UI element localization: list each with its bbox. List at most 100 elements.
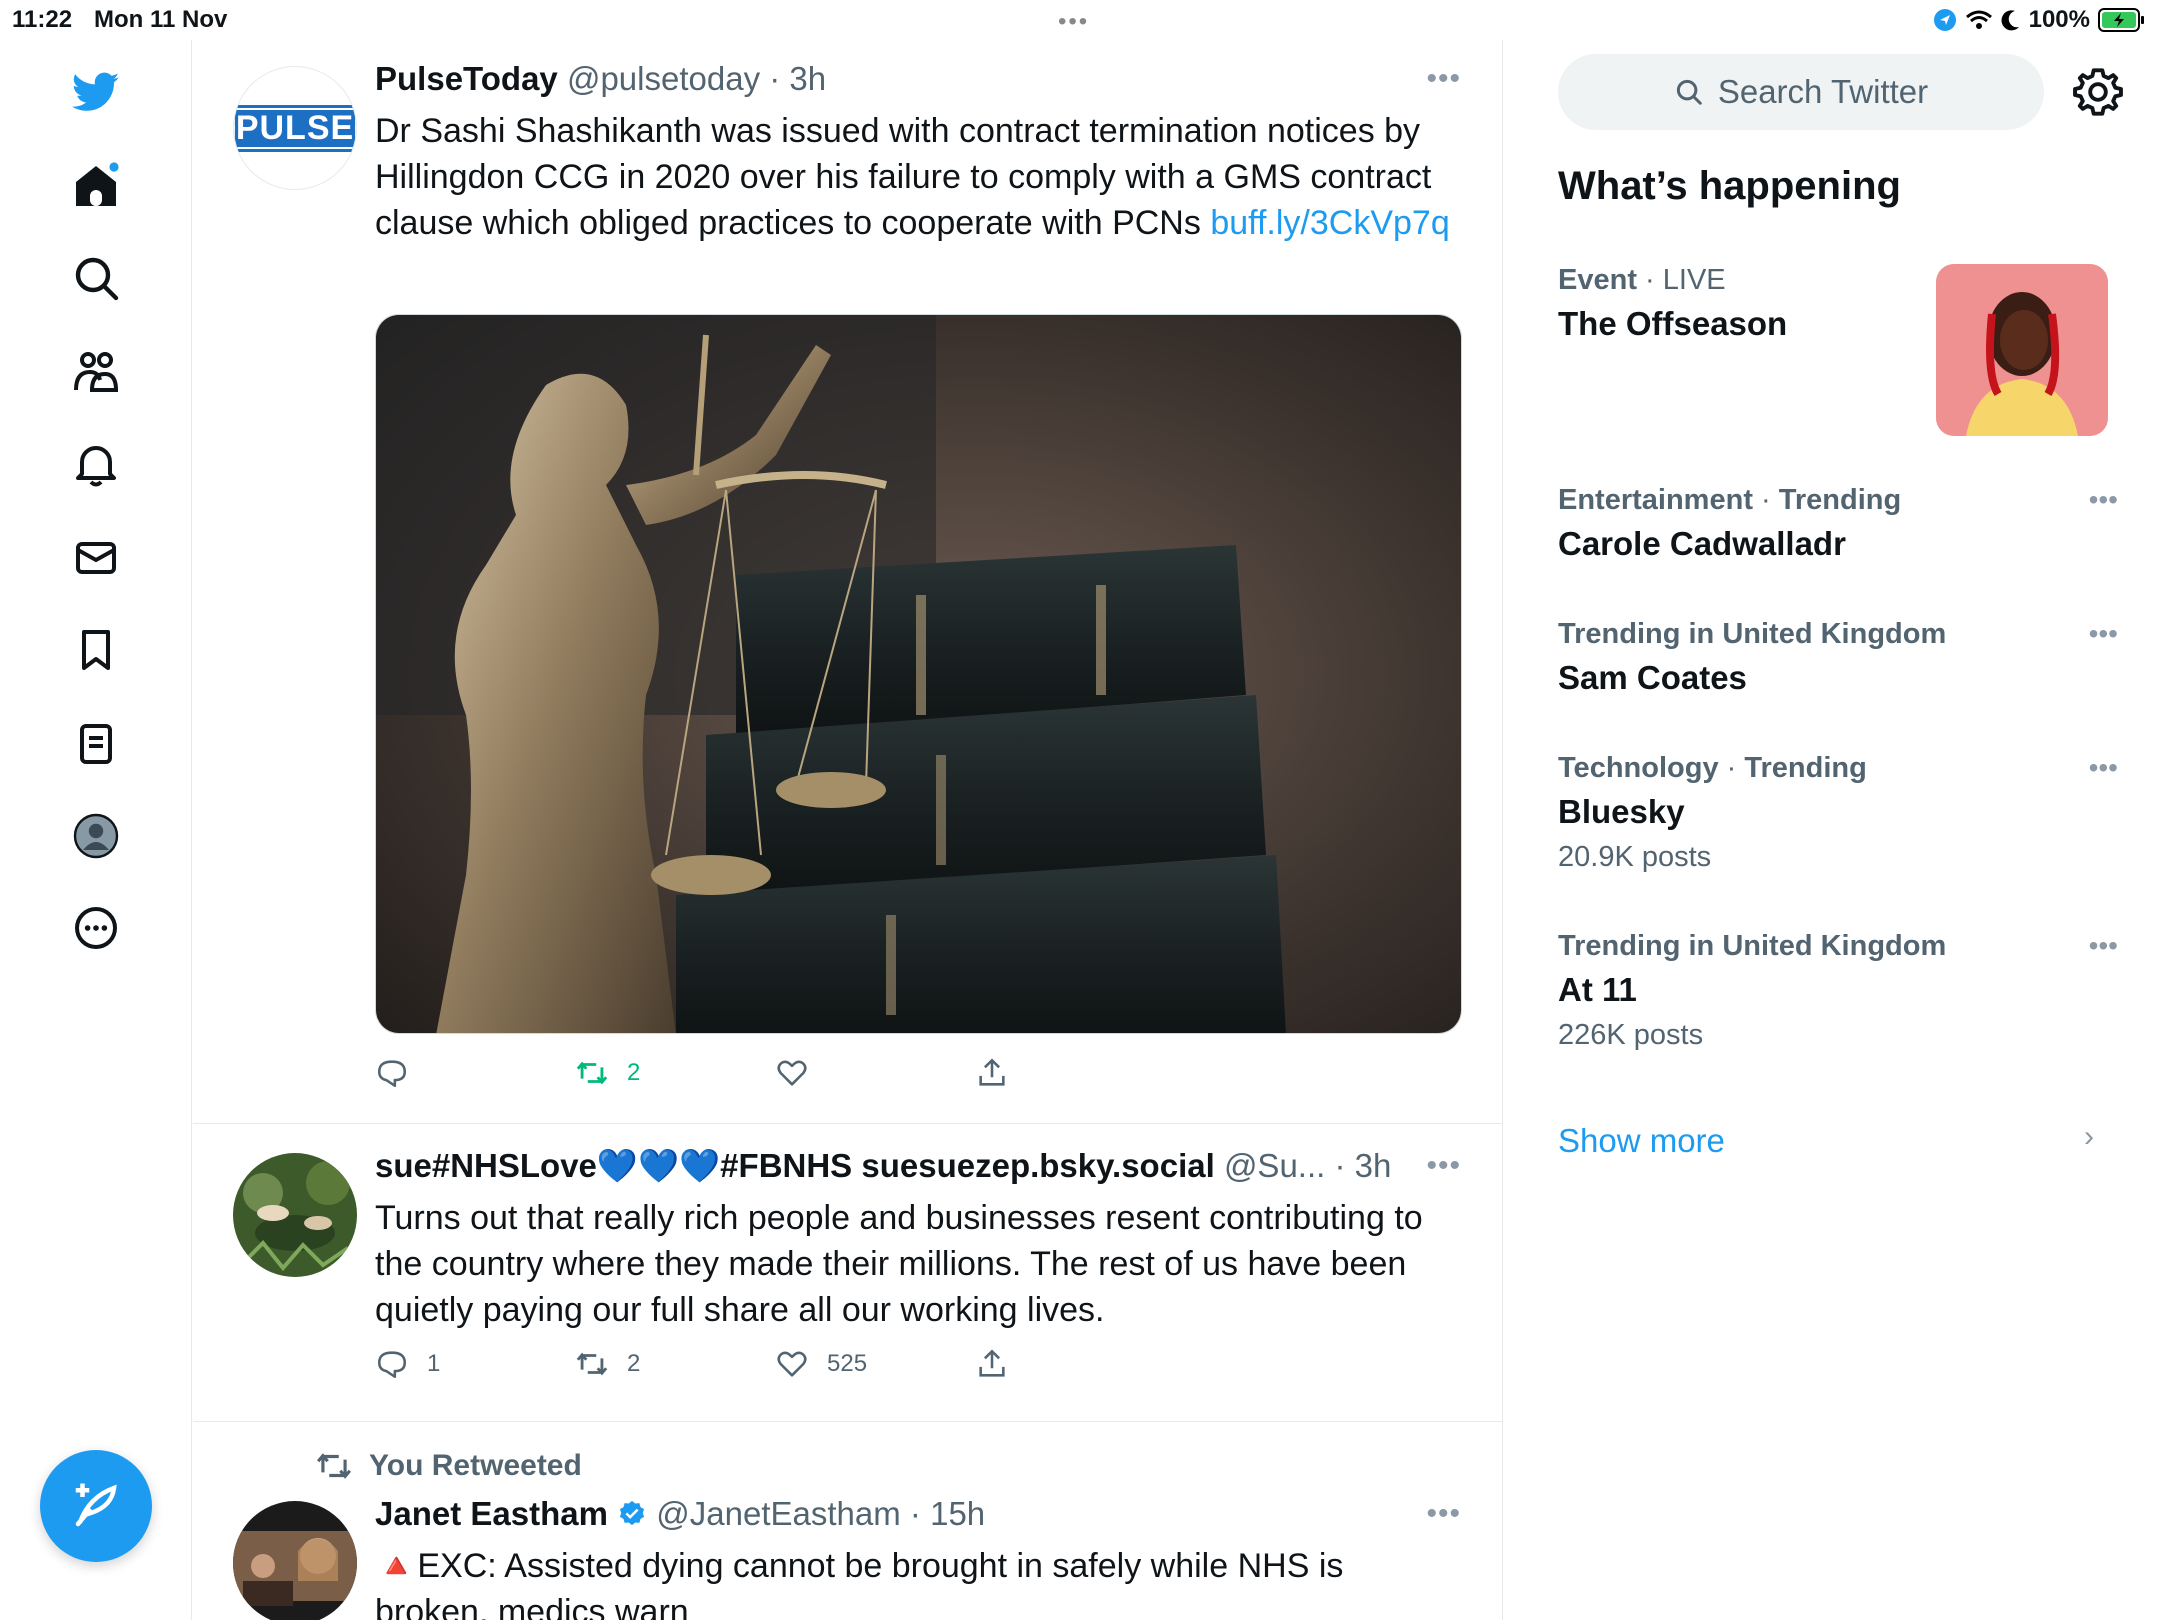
trend-item[interactable]: Technology · Trending Bluesky 20.9K post… (1558, 752, 2118, 874)
trend-item[interactable]: Entertainment · Trending Carole Cadwalla… (1558, 484, 2118, 563)
heart-icon (777, 1351, 807, 1377)
author-name[interactable]: Janet Eastham (375, 1495, 608, 1532)
like-count: 525 (827, 1350, 868, 1377)
retweeted-label[interactable]: You Retweeted (369, 1449, 582, 1483)
more-options-icon[interactable] (70, 902, 122, 954)
tweet-text: Turns out that really rich people and bu… (375, 1199, 1423, 1329)
avatar[interactable] (233, 1153, 357, 1277)
moon-icon (2001, 10, 2019, 31)
retweet-button[interactable]: 2 (575, 1347, 640, 1381)
status-bar: 11:22 Mon 11 Nov ••• 100% (0, 0, 2160, 40)
status-date: Mon 11 Nov (94, 6, 228, 33)
event-item[interactable]: Event · LIVE The Offseason (1558, 264, 1928, 343)
explore-search-icon[interactable] (70, 252, 122, 304)
retweet-button[interactable]: 2 (575, 1056, 640, 1090)
separator-dot: · (1761, 484, 1771, 516)
timeline: PULSE PulseToday @pulsetoday · 3h ••• Dr… (193, 40, 1503, 1620)
tweet-time[interactable]: 3h (789, 60, 826, 97)
bookmarks-icon[interactable] (70, 624, 122, 676)
tweet-link[interactable]: buff.ly/3CkVp7q (1210, 204, 1449, 242)
like-button[interactable]: 525 (775, 1347, 867, 1381)
trend-more-icon[interactable]: ••• (2089, 618, 2118, 650)
reply-button[interactable] (375, 1056, 427, 1090)
avatar[interactable]: PULSE (233, 66, 357, 190)
trend-name: Sam Coates (1558, 659, 1747, 696)
reply-icon (377, 1060, 407, 1088)
messages-envelope-icon[interactable] (70, 532, 122, 584)
battery-percent: 100% (2028, 6, 2090, 33)
event-status: LIVE (1662, 264, 1726, 296)
lists-icon[interactable] (70, 718, 122, 770)
settings-gear-icon[interactable] (2072, 66, 2124, 118)
trend-label: Trending (1778, 484, 1902, 516)
search-icon (1676, 79, 1702, 105)
tweet[interactable]: sue#NHSLove💙💙💙#FBNHS suesuezep.bsky.soci… (193, 1125, 1502, 1422)
profile-avatar-icon[interactable] (70, 810, 122, 862)
tweet-header: sue#NHSLove💙💙💙#FBNHS suesuezep.bsky.soci… (375, 1147, 1391, 1186)
compose-feather-icon (75, 1483, 117, 1527)
tweet-more-icon[interactable]: ••• (1426, 62, 1461, 96)
separator-dot: · (1645, 264, 1655, 296)
tweet-image[interactable] (375, 314, 1462, 1034)
trend-category: Technology (1558, 752, 1719, 784)
status-time: 11:22 (12, 6, 73, 33)
search-input[interactable]: Search Twitter (1558, 54, 2044, 130)
retweet-context: You Retweeted (315, 1447, 582, 1485)
author-handle[interactable]: @JanetEastham (656, 1495, 900, 1532)
battery-icon (2098, 8, 2144, 32)
tweet-more-icon[interactable]: ••• (1426, 1149, 1461, 1183)
chevron-right-icon[interactable]: › (2084, 1120, 2094, 1154)
tweet-time[interactable]: 15h (930, 1495, 985, 1532)
separator-dot: · (769, 60, 781, 97)
share-icon (979, 1349, 1005, 1377)
tweet-text: 🔺EXC: Assisted dying cannot be brought i… (375, 1547, 1344, 1620)
section-title: What’s happening (1558, 164, 1901, 208)
like-button[interactable] (775, 1056, 827, 1090)
share-button[interactable] (975, 1347, 1009, 1381)
compose-tweet-button[interactable] (40, 1450, 152, 1562)
separator-dot: · (1334, 1147, 1346, 1184)
trend-name: Bluesky (1558, 793, 1685, 830)
share-icon (979, 1058, 1005, 1086)
tweet-header: Janet Eastham @JanetEastham · 15h (375, 1495, 985, 1533)
event-category: Event (1558, 264, 1637, 296)
multitasking-dots-icon[interactable]: ••• (1058, 8, 1089, 36)
notifications-bell-icon[interactable] (70, 438, 122, 490)
show-more-link[interactable]: Show more (1558, 1122, 1725, 1160)
retweet-context-icon (316, 1453, 352, 1479)
twitter-logo-icon[interactable] (70, 66, 122, 118)
retweet-icon (576, 1352, 608, 1376)
retweet-count: 2 (627, 1059, 641, 1086)
trend-item[interactable]: Trending in United Kingdom At 11 226K po… (1558, 930, 2118, 1052)
author-handle[interactable]: @Su... (1224, 1147, 1325, 1184)
trend-more-icon[interactable]: ••• (2089, 930, 2118, 962)
right-sidebar: Search Twitter What’s happening Event · … (1504, 40, 2160, 1620)
event-image[interactable] (1936, 264, 2108, 436)
tweet-more-icon[interactable]: ••• (1426, 1497, 1461, 1531)
tweet-actions: 1 2 525 (375, 1347, 1075, 1387)
author-handle[interactable]: @pulsetoday (567, 60, 760, 97)
tweet[interactable]: PULSE PulseToday @pulsetoday · 3h ••• Dr… (193, 40, 1502, 1124)
reply-count: 1 (427, 1350, 441, 1377)
trend-item[interactable]: Trending in United Kingdom Sam Coates ••… (1558, 618, 2118, 697)
author-name[interactable]: sue#NHSLove💙💙💙#FBNHS suesuezep.bsky.soci… (375, 1147, 1215, 1184)
reply-icon (377, 1351, 407, 1379)
tweet-time[interactable]: 3h (1355, 1147, 1392, 1184)
tweet-actions: 2 (375, 1056, 1075, 1096)
tweet-header: PulseToday @pulsetoday · 3h (375, 60, 826, 98)
trend-category: Trending in United Kingdom (1558, 930, 1947, 962)
trend-more-icon[interactable]: ••• (2089, 484, 2118, 516)
status-indicators: 100% (1933, 5, 2146, 35)
lady-justice-image (376, 315, 1461, 1033)
trend-more-icon[interactable]: ••• (2089, 752, 2118, 784)
author-name[interactable]: PulseToday (375, 60, 558, 97)
trend-post-count: 226K posts (1558, 1019, 1704, 1051)
tweet-text: Dr Sashi Shashikanth was issued with con… (375, 108, 1455, 246)
trend-name: Carole Cadwalladr (1558, 525, 1846, 562)
reply-button[interactable]: 1 (375, 1347, 440, 1381)
avatar[interactable] (233, 1501, 357, 1620)
tweet[interactable]: You Retweeted Janet Eastham @JanetEastha… (193, 1423, 1502, 1620)
communities-icon[interactable] (70, 346, 122, 398)
share-button[interactable] (975, 1056, 1009, 1090)
home-icon[interactable] (70, 160, 122, 212)
